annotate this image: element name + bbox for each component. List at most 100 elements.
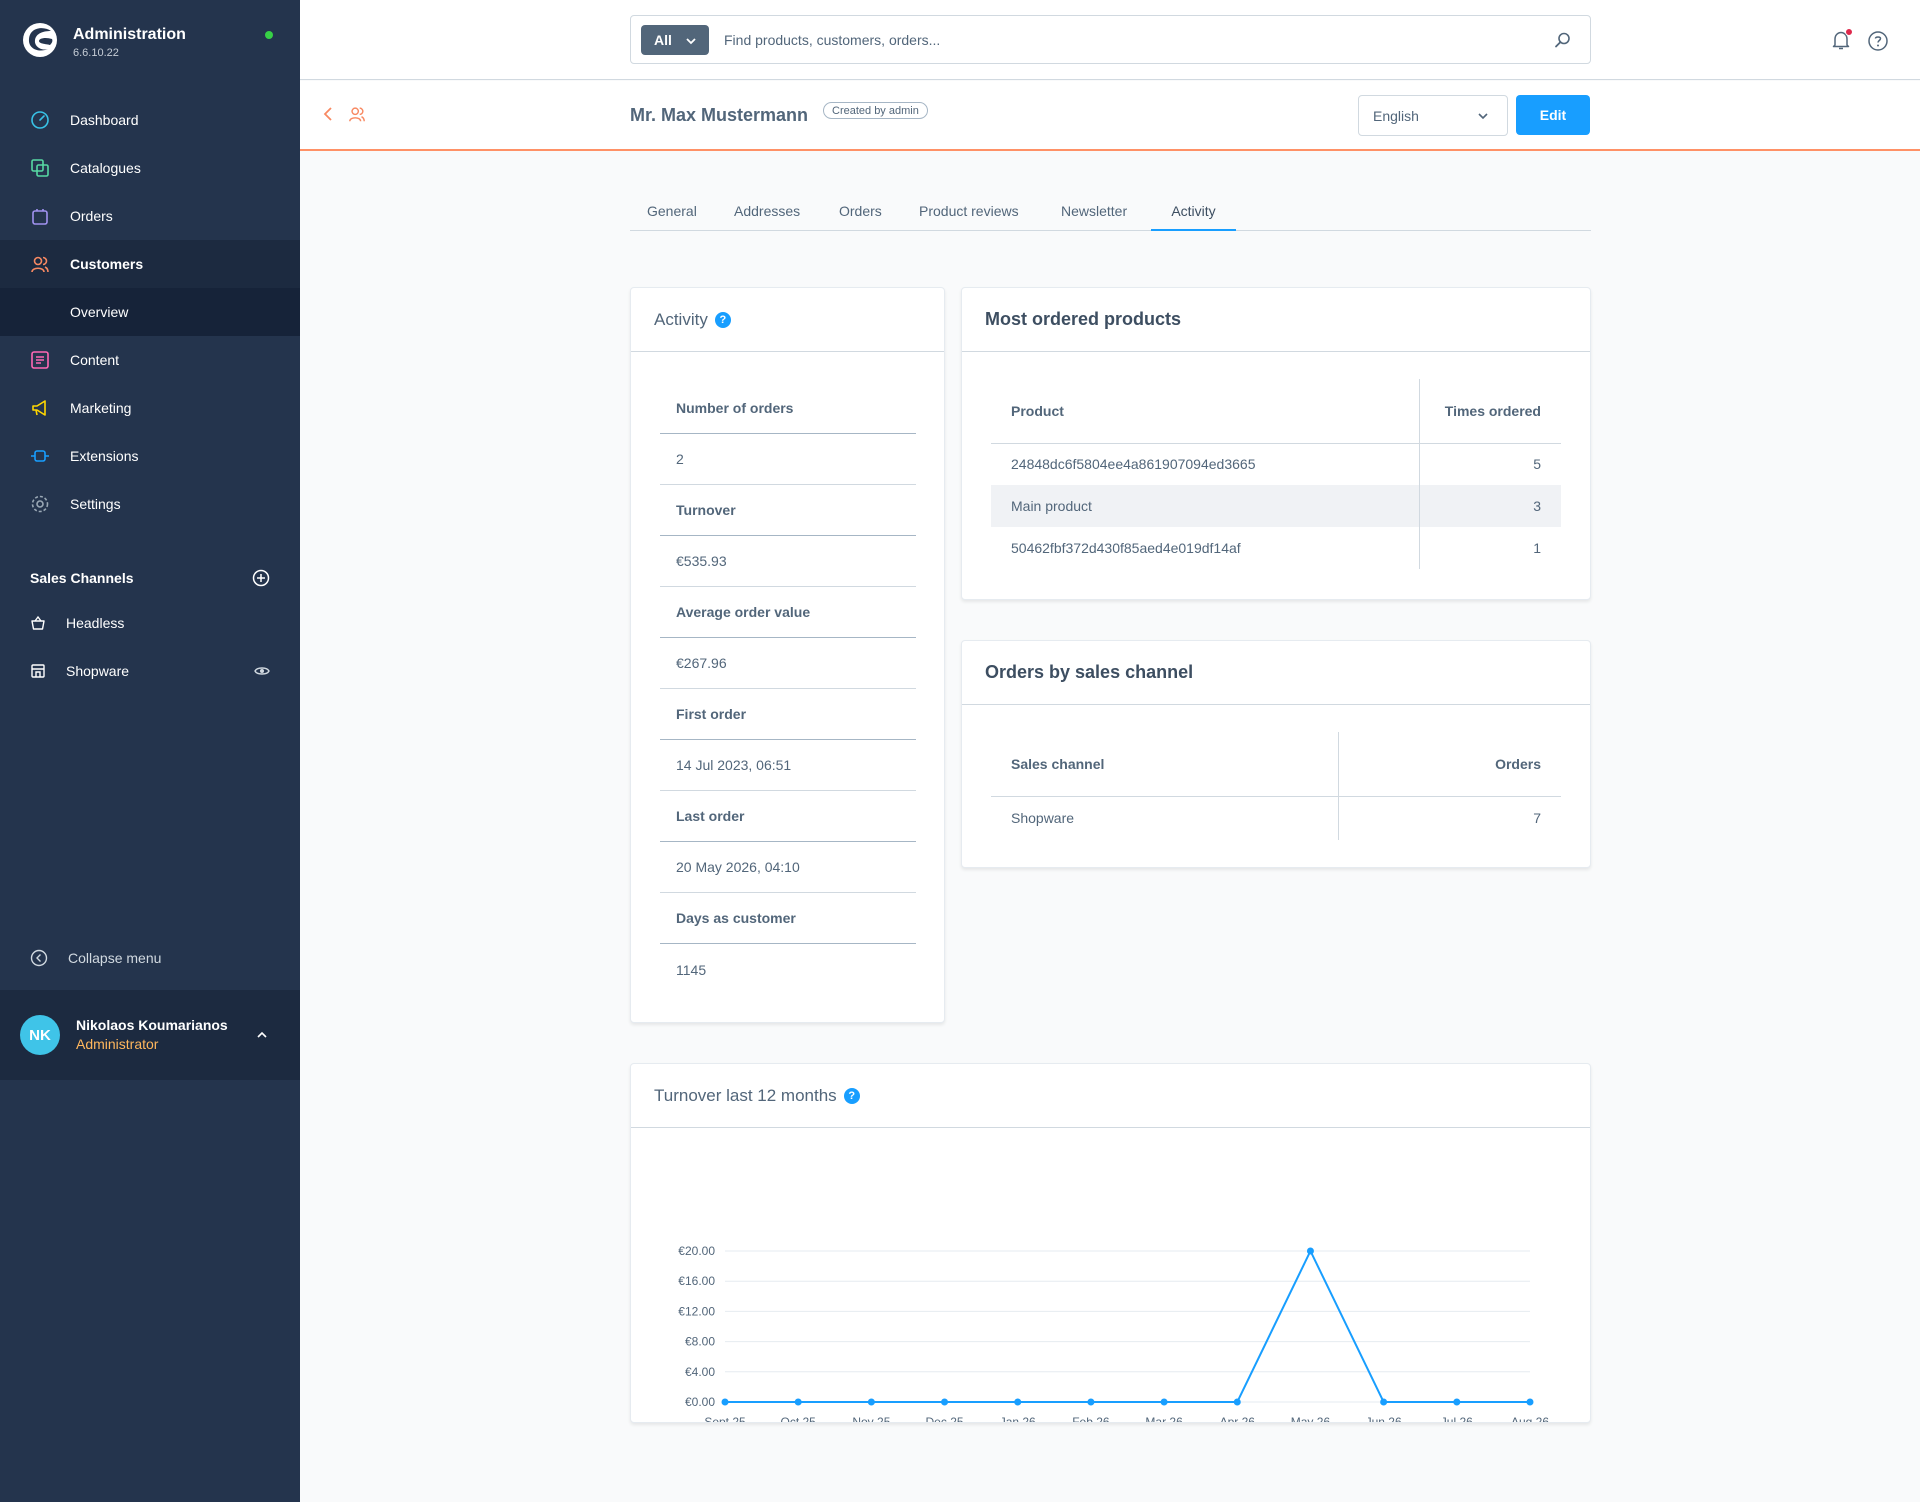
online-status-dot — [265, 31, 273, 39]
orders-icon — [32, 209, 48, 225]
customers-icon — [31, 256, 49, 273]
chevron-up-icon[interactable] — [255, 1028, 269, 1042]
chevron-down-icon — [686, 38, 696, 45]
back-arrow-icon[interactable] — [320, 106, 336, 122]
sidebar-item-orders[interactable]: Orders — [0, 192, 300, 240]
tab-orders[interactable]: Orders — [839, 197, 882, 231]
settings-icon — [31, 495, 49, 513]
x-tick-label: Jun 26 — [1366, 1415, 1402, 1422]
help-icon[interactable] — [1867, 30, 1889, 52]
stat-value: 14 Jul 2023, 06:51 — [660, 740, 916, 791]
data-point — [1087, 1398, 1095, 1406]
activity-card: Activity ? Number of orders 2 Turnover €… — [630, 287, 945, 1023]
eye-icon[interactable] — [254, 663, 270, 679]
y-tick-label: €0.00 — [685, 1395, 715, 1409]
data-point — [1233, 1398, 1241, 1406]
tab-newsletter[interactable]: Newsletter — [1061, 197, 1127, 231]
y-tick-label: €4.00 — [685, 1365, 715, 1379]
activity-stats: Number of orders 2 Turnover €535.93 Aver… — [660, 383, 916, 995]
turnover-chart-card: Turnover last 12 months ? €0.00 €4.00 €8.0… — [630, 1063, 1591, 1423]
series-line — [725, 1248, 1530, 1403]
search-input[interactable] — [724, 29, 1484, 51]
sidebar-item-customers[interactable]: Customers — [0, 240, 300, 288]
most-ordered-products-card: Most ordered products Product Times orde… — [961, 287, 1591, 600]
sidebar-subitem-overview[interactable]: Overview — [0, 288, 300, 336]
x-tick-label: Mar 26 — [1145, 1415, 1183, 1422]
x-tick-label: Oct 25 — [781, 1415, 817, 1422]
sidebar-item-settings[interactable]: Settings — [0, 480, 300, 528]
product-name: 50462fbf372d430f85aed4e019df14af — [1011, 540, 1241, 556]
x-tick-label: Jan 26 — [1000, 1415, 1036, 1422]
global-search: All — [630, 15, 1591, 64]
search-type-dropdown[interactable]: All — [641, 25, 709, 55]
table-header-row: Product Times ordered — [991, 379, 1561, 444]
stat-label: First order — [660, 689, 916, 740]
turnover-line-chart: €0.00 €4.00 €8.00 €12.00 €16.00 €20.00 Sept 25… — [678, 1244, 1549, 1422]
sidebar-item-label: Customers — [70, 256, 144, 272]
sidebar-item-label: Settings — [70, 496, 121, 512]
help-tooltip-icon[interactable]: ? — [843, 1087, 860, 1104]
stat-value: 2 — [660, 434, 916, 485]
collapse-menu-button[interactable]: Collapse menu — [30, 946, 161, 970]
user-name: Nikolaos Koumarianos — [76, 1017, 228, 1033]
y-tick-label: €12.00 — [678, 1304, 715, 1318]
avatar: NK — [20, 1015, 60, 1055]
search-icon[interactable] — [1554, 31, 1572, 49]
catalogue-icon — [31, 159, 49, 177]
sidebar-item-extensions[interactable]: Extensions — [0, 432, 300, 480]
stat-label: Average order value — [660, 587, 916, 638]
collapse-menu-label: Collapse menu — [68, 950, 162, 966]
x-tick-label: Jul 26 — [1441, 1415, 1473, 1422]
stat-value: 1145 — [676, 961, 707, 978]
created-by-badge: Created by admin — [823, 102, 928, 119]
search-type-label: All — [654, 32, 672, 48]
add-sales-channel-icon[interactable] — [252, 569, 270, 587]
user-menu[interactable]: NK Nikolaos Koumarianos Administrator — [0, 990, 300, 1080]
column-header-product: Product — [991, 379, 1419, 444]
data-point — [867, 1398, 875, 1406]
data-point — [1380, 1398, 1388, 1406]
tab-general[interactable]: General — [647, 197, 697, 231]
tab-activity[interactable]: Activity — [1151, 197, 1236, 231]
main-nav: Dashboard Catalogues Orders Customers Ov… — [0, 96, 300, 528]
stat-label: Last order — [660, 791, 916, 842]
stat-label: Turnover — [660, 485, 916, 536]
sidebar-item-label: Content — [70, 352, 120, 368]
stat-value: €267.96 — [660, 638, 916, 689]
data-point — [1306, 1247, 1314, 1255]
x-tick-label: Nov 25 — [852, 1415, 890, 1422]
sidebar-item-catalogues[interactable]: Catalogues — [0, 144, 300, 192]
times-ordered: 5 — [1418, 443, 1561, 485]
sidebar-item-content[interactable]: Content — [0, 336, 300, 384]
brand: Administration 6.6.10.22 — [22, 22, 292, 62]
help-tooltip-icon[interactable]: ? — [714, 311, 731, 328]
orders-count: 7 — [1337, 796, 1561, 840]
column-header-orders: Orders — [1337, 732, 1561, 797]
most-ordered-title: Most ordered products — [985, 309, 1182, 329]
orders-by-channel-table: Sales channel Orders Shopware 7 — [991, 732, 1561, 840]
tab-addresses[interactable]: Addresses — [734, 197, 800, 231]
turnover-chart-header: Turnover last 12 months ? — [631, 1064, 1590, 1128]
data-point — [1014, 1398, 1022, 1406]
data-point — [794, 1398, 802, 1406]
shopware-logo-icon[interactable] — [22, 22, 58, 58]
turnover-chart-title: Turnover last 12 months — [654, 1085, 837, 1105]
sales-channel-shopware[interactable]: Shopware — [30, 659, 270, 683]
extensions-icon — [31, 450, 49, 462]
chevron-down-icon — [1478, 113, 1488, 120]
language-select[interactable]: English — [1358, 95, 1508, 136]
sales-channel-headless[interactable]: Headless — [30, 611, 270, 635]
stat-label: Days as customer — [660, 893, 916, 944]
edit-button[interactable]: Edit — [1516, 95, 1590, 135]
data-point — [1526, 1398, 1534, 1406]
table-row: 24848dc6f5804ee4a861907094ed3665 5 — [991, 443, 1561, 485]
tab-product-reviews[interactable]: Product reviews — [919, 197, 1019, 231]
data-point — [1453, 1398, 1461, 1406]
table-row: Main product 3 — [991, 485, 1561, 527]
sidebar-item-marketing[interactable]: Marketing — [0, 384, 300, 432]
times-ordered: 3 — [1418, 485, 1561, 527]
sidebar-item-dashboard[interactable]: Dashboard — [0, 96, 300, 144]
sidebar-item-label: Catalogues — [70, 160, 141, 176]
sidebar: Administration 6.6.10.22 Dashboard Catal… — [0, 0, 300, 1502]
table-row: Shopware 7 — [991, 796, 1561, 840]
